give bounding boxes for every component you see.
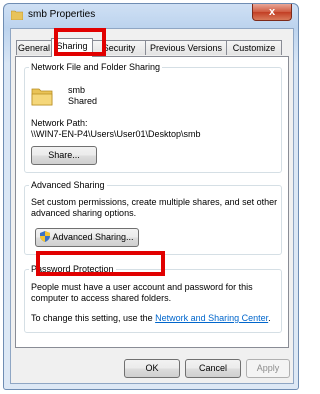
advanced-sharing-button[interactable]: Advanced Sharing... [35,228,139,247]
network-path-value: \\WIN7-EN-P4\Users\User01\Desktop\smb [31,129,201,139]
password-protection-text-2: computer to access shared folders. [31,293,172,303]
folder-status: Shared [68,96,98,106]
ok-button[interactable]: OK [124,359,180,378]
close-button[interactable]: x [252,4,292,21]
tab-security[interactable]: Security [92,40,146,55]
password-protection-text-3: To change this setting, use the Network … [31,313,271,324]
password-protection-text-1: People must have a user account and pass… [31,282,253,292]
dialog-body: General Sharing Security Previous Versio… [10,28,294,384]
folder-icon [31,88,53,106]
apply-button[interactable]: Apply [246,359,290,378]
network-sharing-title: Network File and Folder Sharing [29,62,163,72]
advanced-sharing-description-1: Set custom permissions, create multiple … [31,197,278,207]
tab-general[interactable]: General [16,40,52,55]
tab-sharing[interactable]: Sharing [51,38,93,57]
password-protection-title: Password Protection [29,264,116,274]
tab-customize[interactable]: Customize [226,40,282,55]
sharing-panel: Network File and Folder Sharing smb Shar… [15,56,289,348]
uac-shield-icon [40,231,51,242]
advanced-sharing-title: Advanced Sharing [29,180,107,190]
title-bar[interactable]: smb Properties x [4,4,298,28]
network-sharing-center-link[interactable]: Network and Sharing Center [155,313,268,323]
network-path-label: Network Path: [31,118,88,128]
change-setting-prefix: To change this setting, use the [31,313,156,323]
folder-icon [11,10,23,20]
tab-previous-versions[interactable]: Previous Versions [145,40,227,55]
advanced-sharing-group: Advanced Sharing Set custom permissions,… [24,180,282,255]
network-sharing-group: Network File and Folder Sharing smb Shar… [24,62,282,173]
password-protection-group: Password Protection People must have a u… [24,264,282,333]
properties-window: smb Properties x General Sharing Securit… [3,3,299,390]
window-title: smb Properties [28,9,96,20]
folder-name: smb [68,85,86,95]
advanced-sharing-button-label: Advanced Sharing... [52,232,134,242]
change-setting-suffix: . [268,313,271,323]
cancel-button[interactable]: Cancel [185,359,241,378]
share-button[interactable]: Share... [31,146,97,165]
advanced-sharing-description-2: advanced sharing options. [31,208,137,218]
